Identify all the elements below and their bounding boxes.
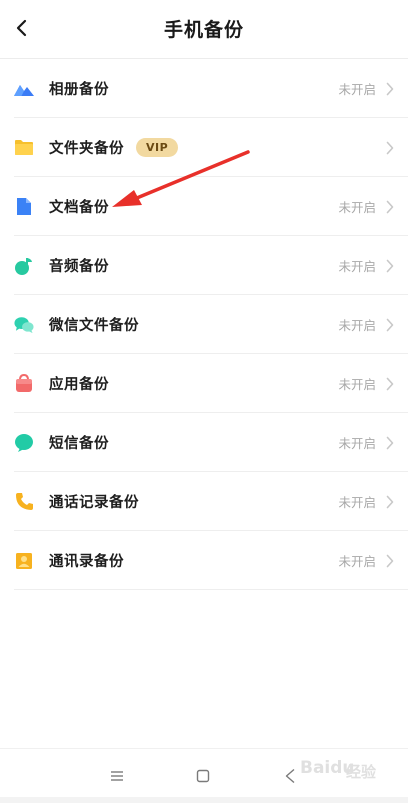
row-contacts-backup[interactable]: 通讯录备份 未开启 (0, 531, 408, 590)
chevron-right-icon (386, 141, 394, 154)
baidu-watermark: Baidu 经验 (300, 752, 400, 792)
row-folder-backup[interactable]: 文件夹备份 VIP (0, 118, 408, 177)
row-document-backup[interactable]: 文档备份 未开启 (0, 177, 408, 236)
chevron-right-icon (386, 318, 394, 331)
folder-icon (15, 140, 33, 155)
row-label: 相册备份 (49, 82, 109, 98)
document-icon (17, 198, 31, 215)
chevron-right-icon (386, 82, 394, 95)
row-audio-backup[interactable]: 音频备份 未开启 (0, 236, 408, 295)
bag-icon (16, 374, 32, 392)
chevron-right-icon (386, 200, 394, 213)
row-label: 微信文件备份 (49, 318, 139, 334)
row-sms-backup[interactable]: 短信备份 未开启 (0, 413, 408, 472)
music-note-icon (15, 257, 32, 275)
status-text: 未开启 (338, 318, 376, 333)
status-text: 未开启 (338, 436, 376, 451)
row-label: 文件夹备份 (49, 141, 124, 157)
row-label: 文档备份 (49, 200, 109, 216)
mountain-icon (14, 84, 34, 96)
vip-badge: VIP (136, 138, 179, 157)
contact-card-icon (16, 552, 32, 569)
chat-bubble-icon (15, 433, 33, 452)
status-text: 未开启 (338, 377, 376, 392)
chevron-right-icon (386, 554, 394, 567)
square-icon (196, 769, 210, 783)
row-wechat-backup[interactable]: 微信文件备份 未开启 (0, 295, 408, 354)
home-button[interactable] (189, 763, 217, 789)
bottom-strip (0, 797, 408, 803)
status-text: 未开启 (338, 495, 376, 510)
phone-icon (15, 493, 33, 510)
row-photo-backup[interactable]: 相册备份 未开启 (0, 59, 408, 118)
row-label: 音频备份 (49, 259, 109, 275)
row-app-backup[interactable]: 应用备份 未开启 (0, 354, 408, 413)
chevron-right-icon (386, 259, 394, 272)
row-label: 通话记录备份 (49, 495, 139, 511)
triangle-back-icon (285, 768, 295, 784)
status-text: 未开启 (338, 200, 376, 215)
row-label: 通讯录备份 (49, 554, 124, 570)
chevron-right-icon (386, 377, 394, 390)
wechat-icon (14, 316, 34, 333)
menu-icon (111, 771, 123, 781)
app-header: 手机备份 (0, 0, 408, 59)
menu-button[interactable] (103, 763, 131, 789)
status-text: 未开启 (338, 82, 376, 97)
watermark-subtext: 经验 (346, 763, 377, 781)
backup-list: 相册备份 未开启 文件夹备份 VIP 文档备份 未开启 音频备份 未开启 微信文… (0, 59, 408, 590)
chevron-right-icon (386, 495, 394, 508)
status-text: 未开启 (338, 554, 376, 569)
row-call-log-backup[interactable]: 通话记录备份 未开启 (0, 472, 408, 531)
chevron-right-icon (386, 436, 394, 449)
page-title: 手机备份 (163, 19, 244, 41)
row-label: 短信备份 (49, 436, 109, 452)
status-text: 未开启 (338, 259, 376, 274)
row-label: 应用备份 (49, 377, 109, 393)
